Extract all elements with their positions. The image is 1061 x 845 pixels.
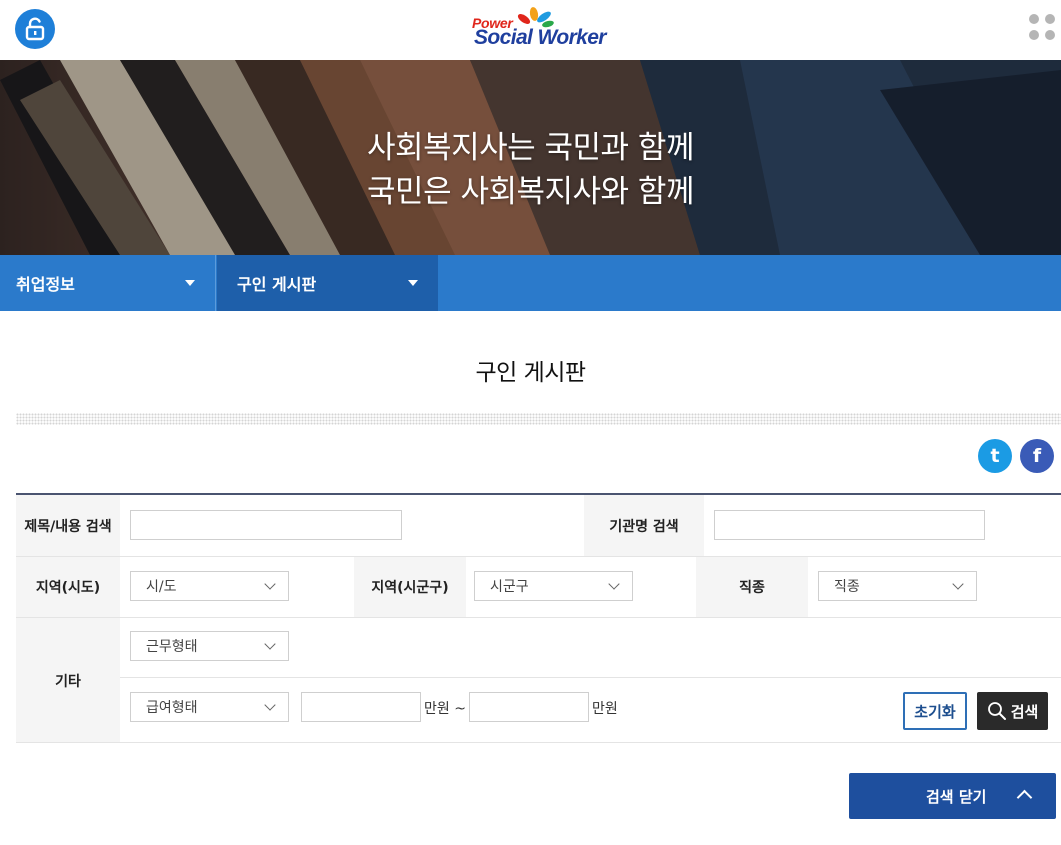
- apps-grid-icon-dot: [1045, 30, 1055, 40]
- job-type-select[interactable]: 직종: [818, 571, 977, 601]
- login-button[interactable]: [15, 9, 55, 49]
- search-button[interactable]: 검색: [977, 692, 1048, 730]
- region-sigungu-select[interactable]: 시군구: [474, 571, 633, 601]
- pay-min-input[interactable]: [301, 692, 421, 722]
- logo-social-worker-text: Social Worker: [474, 26, 606, 49]
- chevron-up-icon: [1016, 789, 1033, 806]
- apps-grid-icon-dot: [1029, 30, 1039, 40]
- pay-type-select[interactable]: 급여형태: [130, 692, 289, 722]
- facebook-share-button[interactable]: f: [1020, 439, 1054, 473]
- apps-grid-icon-dot: [1029, 14, 1039, 24]
- title-content-label: 제목/내용 검색: [16, 495, 120, 556]
- chevron-down-icon: [264, 699, 276, 711]
- dotted-divider: [16, 413, 1061, 425]
- search-button-label: 검색: [1010, 702, 1039, 721]
- subnav-job-board-label: 구인 게시판: [237, 275, 317, 294]
- chevron-down-icon: [608, 578, 620, 590]
- pay-type-value: 급여형태: [146, 700, 198, 716]
- pay-max-unit: 만원: [592, 701, 618, 717]
- subnav-job-info[interactable]: 취업정보: [0, 255, 216, 311]
- work-type-value: 근무형태: [146, 639, 198, 655]
- chevron-down-icon: [264, 578, 276, 590]
- region-sigungu-label: 지역(시군구): [354, 557, 466, 617]
- pay-min-unit: 만원 ~: [424, 701, 466, 717]
- region-sido-select[interactable]: 시/도: [130, 571, 289, 601]
- site-header: Power Social Worker: [0, 0, 1061, 60]
- twitter-share-button[interactable]: t: [978, 439, 1012, 473]
- twitter-icon: t: [990, 445, 1000, 467]
- sub-navigation: 취업정보 구인 게시판: [0, 255, 1061, 311]
- region-sido-label: 지역(시도): [16, 557, 120, 617]
- job-type-label: 직종: [696, 557, 808, 617]
- subnav-job-board[interactable]: 구인 게시판: [217, 255, 438, 311]
- work-type-select[interactable]: 근무형태: [130, 631, 289, 661]
- unlock-icon: [25, 17, 45, 41]
- caret-down-icon: [408, 280, 418, 286]
- hero-slogan: 사회복지사는 국민과 함께 국민은 사회복지사와 함께: [0, 126, 1061, 214]
- org-name-input[interactable]: [714, 510, 985, 540]
- subnav-job-info-label: 취업정보: [16, 275, 75, 294]
- facebook-icon: f: [1032, 445, 1042, 467]
- page-title: 구인 게시판: [475, 360, 586, 386]
- job-type-value: 직종: [834, 579, 860, 595]
- region-sigungu-value: 시군구: [490, 579, 529, 595]
- chevron-down-icon: [952, 578, 964, 590]
- apps-menu-button[interactable]: [1029, 14, 1055, 40]
- search-icon: [987, 702, 1006, 720]
- search-row-keyword: 제목/내용 검색 기관명 검색: [16, 495, 1061, 557]
- pay-max-input[interactable]: [469, 692, 589, 722]
- search-form: 제목/내용 검색 기관명 검색 지역(시도) 시/도 지역(시군구) 시군구 직…: [16, 493, 1061, 743]
- chevron-down-icon: [264, 638, 276, 650]
- search-row-work-type: 근무형태: [120, 618, 1061, 678]
- hero-slogan-line2: 국민은 사회복지사와 함께: [367, 174, 694, 210]
- title-content-input[interactable]: [130, 510, 402, 540]
- caret-down-icon: [185, 280, 195, 286]
- reset-button[interactable]: 초기화: [903, 692, 967, 730]
- close-search-label: 검색 닫기: [926, 788, 987, 806]
- hero-slogan-line1: 사회복지사는 국민과 함께: [367, 130, 694, 166]
- search-row-region: 지역(시도) 시/도 지역(시군구) 시군구 직종 직종: [16, 557, 1061, 618]
- hero-banner: 사회복지사는 국민과 함께 국민은 사회복지사와 함께: [0, 60, 1061, 255]
- org-name-label: 기관명 검색: [584, 495, 704, 556]
- apps-grid-icon-dot: [1045, 14, 1055, 24]
- site-logo[interactable]: Power Social Worker: [470, 6, 610, 52]
- close-search-button[interactable]: 검색 닫기: [849, 773, 1056, 819]
- region-sido-value: 시/도: [146, 579, 177, 595]
